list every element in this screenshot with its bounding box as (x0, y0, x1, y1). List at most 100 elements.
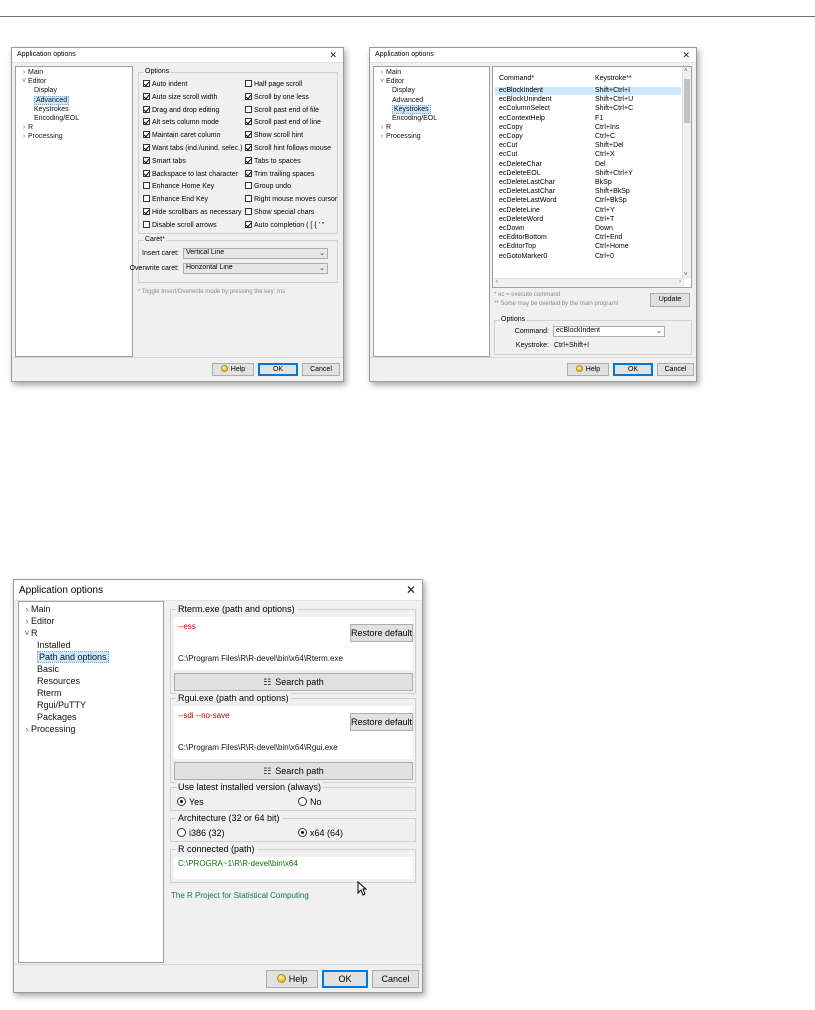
tree-item-rgui-putty[interactable]: Rgui/PuTTY (37, 700, 86, 710)
chevron-right-icon[interactable]: › (20, 69, 28, 76)
rterm-restore-default-button[interactable]: Restore default (350, 624, 413, 642)
column-header-keystroke[interactable]: Keystroke** (595, 75, 632, 82)
chevron-right-icon[interactable]: › (378, 133, 386, 140)
rgui-options-field[interactable]: --sdi --no-save Restore default C:\Progr… (174, 706, 413, 759)
help-button[interactable]: Help (266, 970, 318, 988)
tree-item-editor[interactable]: ˅ Editor (20, 78, 46, 85)
table-row[interactable]: ecBlockUnindent Shift+Ctrl+U (495, 96, 681, 104)
cancel-button[interactable]: Cancel (372, 970, 419, 988)
ok-button[interactable]: OK (613, 363, 653, 376)
arch-i386-radio[interactable]: i386 (32) (177, 828, 225, 838)
option-checkbox[interactable]: Group undo (245, 182, 291, 190)
chevron-right-icon[interactable]: › (23, 724, 31, 734)
option-checkbox[interactable]: Drag and drop editing (143, 105, 219, 114)
scroll-up-icon[interactable]: ˄ (684, 68, 688, 74)
cancel-button[interactable]: Cancel (302, 363, 340, 376)
tree-item-basic[interactable]: Basic (37, 664, 59, 674)
option-checkbox[interactable]: Tabs to spaces (245, 156, 301, 165)
chevron-right-icon[interactable]: › (23, 616, 31, 626)
tree-item-keystrokes[interactable]: Keystrokes (392, 104, 431, 114)
table-row[interactable]: ecGotoMarker0 Ctrl+0 (495, 253, 681, 261)
option-checkbox[interactable]: Trim trailing spaces (245, 169, 314, 178)
rterm-options-field[interactable]: --ess Restore default C:\Program Files\R… (174, 617, 413, 670)
tree-item-path-and-options[interactable]: Path and options (37, 651, 109, 663)
options-tree[interactable]: › Main ˅ Editor Display Advanced Keystrokes Enc… (15, 66, 133, 357)
tree-item-advanced[interactable]: Advanced (392, 97, 423, 104)
option-checkbox[interactable]: Enhance Home Key (143, 182, 214, 190)
option-checkbox[interactable]: Half page scroll (245, 80, 302, 88)
table-row[interactable]: ecDeleteWord Ctrl+T (495, 216, 681, 224)
help-button[interactable]: Help (567, 363, 609, 376)
options-tree[interactable]: › Main › Editor ˅R Installed Path and options B… (18, 601, 164, 963)
tree-item-r[interactable]: › R (378, 124, 391, 131)
option-checkbox[interactable]: Scroll by one less (245, 92, 309, 101)
table-row[interactable]: ecEditorBottom Ctrl+End (495, 234, 681, 242)
option-checkbox[interactable]: Scroll past end of file (245, 105, 319, 114)
tree-item-processing[interactable]: › Processing (23, 724, 76, 734)
tree-item-editor[interactable]: › Editor (23, 616, 55, 626)
command-select[interactable]: ecBlockIndent ⌄ (553, 326, 665, 337)
option-checkbox[interactable]: Show scroll hint (245, 131, 303, 139)
table-row[interactable]: ecBlockIndent Shift+Ctrl+I (495, 87, 681, 95)
tree-item-main[interactable]: › Main (23, 604, 51, 614)
table-row[interactable]: ecCopy Ctrl+C (495, 133, 681, 141)
keystroke-value[interactable]: Ctrl+Shift+I (554, 342, 589, 349)
table-row[interactable]: ecDeleteChar Del (495, 161, 681, 169)
tree-item-installed[interactable]: Installed (37, 640, 71, 650)
tree-item-main[interactable]: › Main (378, 69, 401, 76)
chevron-right-icon[interactable]: › (20, 124, 28, 131)
option-checkbox[interactable]: Auto completion ( [ { ' " (245, 220, 324, 229)
close-icon[interactable]: ✕ (682, 50, 690, 61)
column-header-command[interactable]: Command* (499, 75, 534, 82)
option-checkbox[interactable]: Show special chars (245, 208, 314, 216)
update-button[interactable]: Update (650, 293, 690, 307)
tree-item-resources[interactable]: Resources (37, 676, 80, 686)
tree-item-packages[interactable]: Packages (37, 712, 77, 722)
tree-item-keystrokes[interactable]: Keystrokes (34, 106, 69, 113)
ok-button[interactable]: OK (322, 970, 368, 988)
ok-button[interactable]: OK (258, 363, 298, 376)
option-checkbox[interactable]: Smart tabs (143, 156, 186, 165)
option-checkbox[interactable]: Enhance End Key (143, 195, 208, 203)
table-row[interactable]: ecDeleteLine Ctrl+Y (495, 207, 681, 215)
chevron-down-icon[interactable]: ˅ (20, 78, 28, 85)
chevron-right-icon[interactable]: › (23, 604, 31, 614)
table-row[interactable]: ecContextHelp F1 (495, 115, 681, 123)
tree-item-main[interactable]: › Main (20, 69, 43, 76)
vertical-scrollbar[interactable]: ˄ ˅ (682, 67, 691, 279)
horizontal-scrollbar[interactable]: ‹ › (493, 278, 684, 287)
arch-x64-radio[interactable]: x64 (64) (298, 828, 343, 838)
tree-item-rterm[interactable]: Rterm (37, 688, 62, 698)
table-row[interactable]: ecDown Down (495, 225, 681, 233)
option-checkbox[interactable]: Want tabs (ind./unind. selec.) (143, 144, 242, 152)
option-checkbox[interactable]: Auto size scroll width (143, 92, 217, 101)
option-checkbox[interactable]: Auto indent (143, 80, 187, 88)
tree-item-encoding-eol[interactable]: Encoding/EOL (34, 115, 79, 122)
table-row[interactable]: ecCut Shift+Del (495, 142, 681, 150)
cancel-button[interactable]: Cancel (657, 363, 694, 376)
scroll-left-icon[interactable]: ‹ (496, 279, 498, 285)
option-checkbox[interactable]: Backspace to last character (143, 169, 238, 178)
rgui-restore-default-button[interactable]: Restore default (350, 713, 413, 731)
option-checkbox[interactable]: Maintain caret column (143, 131, 220, 139)
tree-item-advanced[interactable]: Advanced (34, 95, 70, 105)
table-row[interactable]: ecDeleteEOL Shift+Ctrl+Y (495, 170, 681, 178)
close-icon[interactable]: ✕ (329, 50, 337, 61)
insert-caret-select[interactable]: Vertical Line ⌄ (183, 248, 328, 259)
rterm-search-path-button[interactable]: ☷ Search path (174, 673, 413, 691)
close-icon[interactable]: ✕ (406, 583, 416, 597)
scroll-thumb[interactable] (684, 79, 690, 123)
option-checkbox[interactable]: Right mouse moves cursor (245, 195, 337, 203)
tree-item-display[interactable]: Display (392, 87, 415, 94)
scroll-down-icon[interactable]: ˅ (684, 272, 688, 278)
option-checkbox[interactable]: Alt sets column mode (143, 118, 219, 126)
table-row[interactable]: ecColumnSelect Shift+Ctrl+C (495, 105, 681, 113)
table-row[interactable]: ecDeleteLastChar BkSp (495, 179, 681, 187)
overwrite-caret-select[interactable]: Horizontal Line ⌄ (183, 263, 328, 274)
tree-item-processing[interactable]: › Processing (20, 133, 63, 140)
latest-yes-radio[interactable]: Yes (177, 797, 204, 807)
option-checkbox[interactable]: Hide scrollbars as necessary (143, 208, 241, 216)
chevron-down-icon[interactable]: ˅ (378, 78, 386, 85)
option-checkbox[interactable]: Disable scroll arrows (143, 220, 217, 229)
keystroke-list[interactable]: Command* Keystroke** ecBlockIndent Shift+… (492, 66, 692, 288)
